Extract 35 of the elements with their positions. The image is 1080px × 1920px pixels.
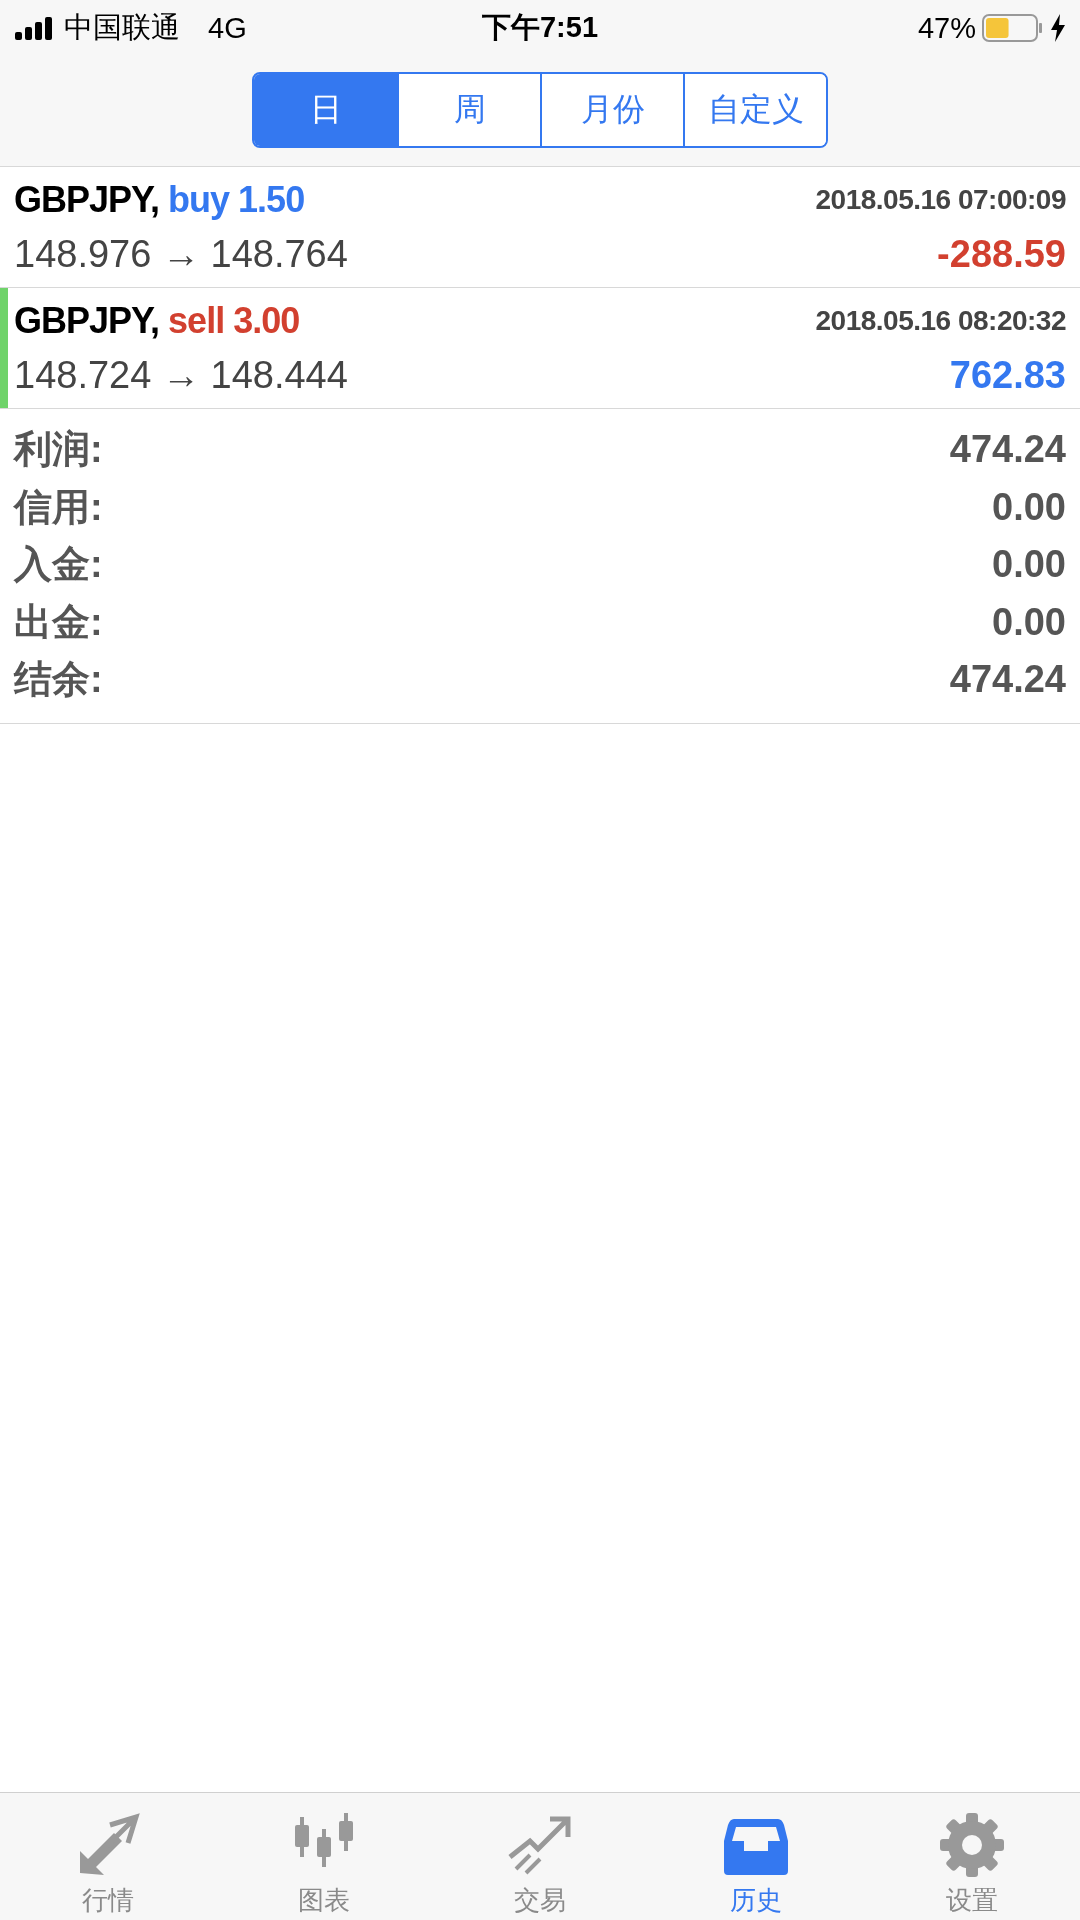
summary-label: 入金: (14, 542, 103, 588)
trade-prices: 148.976 → 148.764 (14, 232, 348, 276)
tab-bar-item[interactable]: 行情 (0, 1793, 216, 1920)
period-tab[interactable]: 月份 (540, 74, 683, 146)
battery-percent: 47% (917, 11, 976, 45)
summary-label: 信用: (14, 484, 103, 530)
trade-time: 2018.05.16 08:20:32 (815, 305, 1066, 337)
summary-label: 出金: (14, 599, 103, 645)
summary-value: 0.00 (992, 600, 1066, 644)
summary-label: 利润: (14, 427, 103, 473)
trade-time: 2018.05.16 07:00:09 (815, 184, 1066, 216)
trade-prices: 148.724 → 148.444 (14, 353, 348, 397)
tab-bar-item[interactable]: 交易 (432, 1793, 648, 1920)
clock: 下午7:51 (482, 10, 599, 45)
tab-bar-item[interactable]: 图表 (216, 1793, 432, 1920)
trade-title: GBPJPY, sell 3.00 (14, 300, 300, 342)
trade-row[interactable]: GBPJPY, buy 1.50 2018.05.16 07:00:09 148.976 → 148.764 -288.59 (0, 166, 1080, 287)
battery-icon (982, 13, 1044, 43)
trade-profit: -288.59 (937, 232, 1066, 276)
period-tab[interactable]: 日 (254, 74, 397, 146)
tab-bar-item[interactable]: 历史 (648, 1793, 864, 1920)
period-tab[interactable]: 周 (397, 74, 540, 146)
period-tab[interactable]: 自定义 (683, 74, 826, 146)
tab-bar-item[interactable]: 设置 (864, 1793, 1080, 1920)
network-type: 4G (208, 11, 247, 45)
settings-icon (938, 1811, 1006, 1879)
trade-profit: 762.83 (949, 353, 1066, 397)
trade-row[interactable]: GBPJPY, sell 3.00 2018.05.16 08:20:32 148.724 → 148.444 762.83 (0, 287, 1080, 408)
summary-value: 474.24 (949, 658, 1066, 702)
summary-label: 结余: (14, 657, 103, 703)
summary-value: 0.00 (992, 485, 1066, 529)
summary-value: 0.00 (992, 543, 1066, 587)
carrier-name: 中国联通 (64, 10, 180, 45)
trade-title: GBPJPY, buy 1.50 (14, 179, 305, 221)
summary-value: 474.24 (949, 428, 1066, 472)
